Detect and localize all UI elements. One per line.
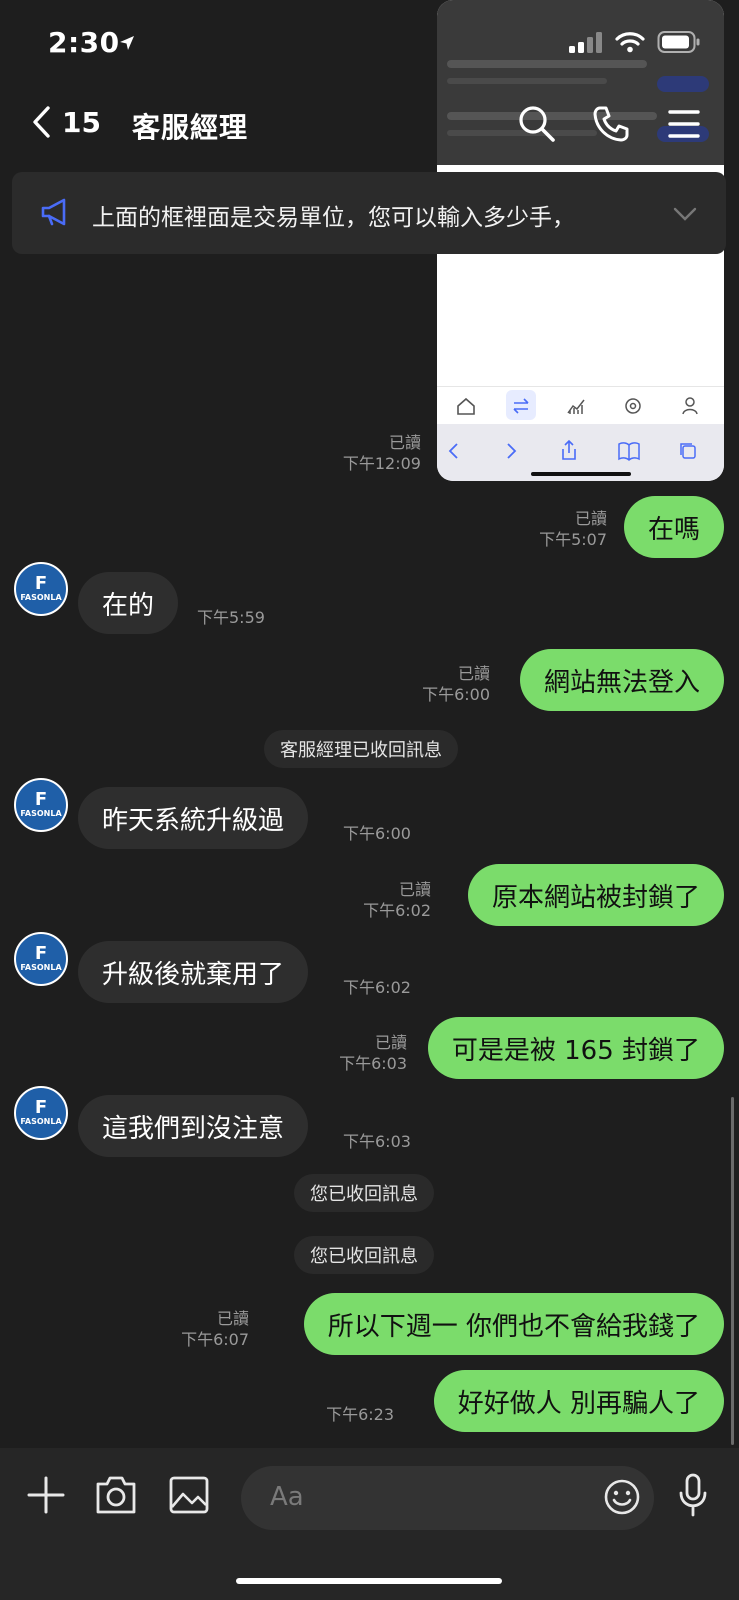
avatar-logo-text: FASONLA <box>20 1117 62 1126</box>
chat-title: 客服經理 <box>132 111 249 144</box>
system-notice: 您已收回訊息 <box>294 1236 434 1274</box>
message-bubble-incoming[interactable]: 昨天系統升級過 <box>78 787 309 849</box>
message-time: 下午5:07 <box>539 530 607 549</box>
exchange-icon <box>513 398 529 414</box>
bookmarks-icon <box>618 442 640 462</box>
avatar[interactable]: F FASONLA <box>14 932 68 986</box>
read-receipt: 已讀 <box>216 1309 249 1328</box>
message-time: 下午6:03 <box>339 1054 407 1073</box>
plus-icon[interactable] <box>26 1475 66 1515</box>
unread-count: 15 <box>62 105 101 139</box>
message-time: 下午6:02 <box>363 901 431 920</box>
message-input-placeholder: Aa <box>270 1482 304 1512</box>
message-meta: 已讀 下午5:07 <box>539 508 607 550</box>
menu-icon[interactable] <box>664 104 704 144</box>
emoji-icon[interactable] <box>603 1478 641 1516</box>
share-icon <box>562 439 576 460</box>
announcement-text: 上面的框裡面是交易單位，您可以輸入多少手， <box>92 205 575 231</box>
avatar-logo-letter: F <box>34 789 48 810</box>
chart-icon <box>567 399 585 414</box>
avatar-logo-text: FASONLA <box>20 963 62 972</box>
chevron-down-icon[interactable] <box>672 200 698 226</box>
system-notice: 客服經理已收回訊息 <box>264 730 458 768</box>
message-time: 下午6:02 <box>343 978 411 997</box>
message-time: 下午5:59 <box>197 608 265 627</box>
message-time: 下午6:07 <box>181 1330 249 1349</box>
back-button[interactable]: 15 <box>30 104 101 140</box>
megaphone-icon <box>41 198 66 226</box>
message-time: 下午6:03 <box>343 1132 411 1151</box>
message-bubble-outgoing[interactable]: 可是是被 165 封鎖了 <box>427 1017 724 1079</box>
message-meta: 已讀 下午6:07 <box>181 1308 249 1350</box>
message-time: 下午12:09 <box>342 454 421 473</box>
avatar-logo-text: FASONLA <box>20 809 62 818</box>
scrollbar[interactable] <box>731 1097 734 1445</box>
status-time: 2:30 <box>48 26 120 59</box>
avatar-logo-letter: F <box>34 943 48 964</box>
message-bubble-outgoing[interactable]: 原本網站被封鎖了 <box>467 864 724 926</box>
message-meta: 已讀 下午6:03 <box>339 1032 407 1074</box>
message-meta: 已讀 下午6:00 <box>422 663 490 705</box>
profile-icon <box>682 397 698 415</box>
message-time: 下午6:00 <box>422 685 490 704</box>
back-chevron-icon <box>33 106 50 138</box>
message-bubble-outgoing[interactable]: 網站無法登入 <box>519 649 724 711</box>
message-time: 下午6:00 <box>343 824 411 843</box>
assets-icon <box>625 398 641 414</box>
phone-icon[interactable] <box>591 104 631 144</box>
status-icons <box>569 30 701 54</box>
message-bubble-outgoing[interactable]: 在嗎 <box>623 496 724 558</box>
message-time: 下午6:23 <box>326 1405 394 1424</box>
system-notice: 您已收回訊息 <box>294 1174 434 1212</box>
read-receipt: 已讀 <box>457 664 490 683</box>
battery-icon <box>657 31 700 53</box>
browser-back-icon <box>448 443 458 459</box>
home-icon <box>457 397 475 415</box>
screenshot-tab-bar <box>437 386 724 425</box>
avatar-logo-letter: F <box>34 1097 48 1118</box>
home-indicator <box>236 1578 502 1584</box>
search-icon[interactable] <box>517 104 557 144</box>
read-receipt: 已讀 <box>374 1033 407 1052</box>
announcement-banner[interactable]: 上面的框裡面是交易單位，您可以輸入多少手， <box>12 172 726 254</box>
avatar[interactable]: F FASONLA <box>14 562 68 616</box>
read-receipt: 已讀 <box>388 433 421 452</box>
message-bubble-outgoing[interactable]: 好好做人 別再騙人了 <box>433 1370 724 1432</box>
read-receipt: 已讀 <box>398 880 431 899</box>
message-meta: 已讀 下午12:09 <box>343 432 421 474</box>
message-bubble-incoming[interactable]: 在的 <box>78 572 179 634</box>
avatar[interactable]: F FASONLA <box>14 778 68 832</box>
message-bubble-incoming[interactable]: 升級後就棄用了 <box>78 941 309 1003</box>
image-icon[interactable] <box>168 1474 210 1516</box>
message-bubble-incoming[interactable]: 這我們到沒注意 <box>78 1095 309 1157</box>
message-meta: 已讀 下午6:02 <box>363 879 431 921</box>
browser-forward-icon <box>507 443 517 459</box>
read-receipt: 已讀 <box>574 509 607 528</box>
screenshot-home-indicator <box>531 472 631 476</box>
wifi-icon <box>615 32 645 53</box>
message-bubble-outgoing[interactable]: 所以下週一 你們也不會給我錢了 <box>303 1293 724 1355</box>
avatar-logo-letter: F <box>34 573 48 594</box>
microphone-icon[interactable] <box>678 1472 708 1518</box>
tabs-icon <box>680 443 696 459</box>
location-arrow-icon <box>120 36 134 50</box>
camera-icon[interactable] <box>94 1474 138 1516</box>
avatar-logo-text: FASONLA <box>20 593 62 602</box>
avatar[interactable]: F FASONLA <box>14 1086 68 1140</box>
signal-icon <box>569 32 602 53</box>
